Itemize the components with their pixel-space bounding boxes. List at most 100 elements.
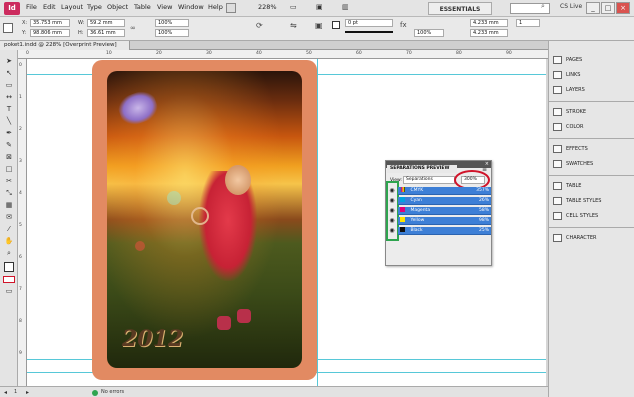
pencil-tool-icon[interactable]: ✎ — [4, 140, 14, 150]
hand-tool-icon[interactable]: ✋ — [4, 236, 14, 246]
menu-edit[interactable]: Edit — [43, 3, 56, 11]
gap-tool-icon[interactable]: ↔ — [4, 92, 14, 102]
swatches-panel-button[interactable]: SWATCHES — [553, 158, 633, 170]
fill-swatch[interactable] — [332, 21, 340, 29]
direct-selection-tool-icon[interactable]: ↖ — [4, 68, 14, 78]
free-transform-tool-icon[interactable]: ⤡ — [4, 188, 14, 198]
count-field[interactable]: 1 — [516, 19, 540, 27]
preflight-status[interactable]: No errors — [101, 389, 124, 395]
stroke-type-preview[interactable] — [345, 31, 393, 33]
y-field[interactable]: 98.806 mm — [30, 29, 70, 37]
ruler-h-tick: 10 — [106, 51, 112, 56]
table-styles-panel-button[interactable]: TABLE STYLES — [553, 195, 633, 207]
effects-panel-button[interactable]: EFFECTS — [553, 143, 633, 155]
eye-icon[interactable]: ◉ — [388, 197, 396, 205]
separation-row-magenta[interactable]: Magenta 58% — [398, 207, 491, 215]
separation-row-cmyk[interactable]: CMYK 357% — [398, 187, 491, 195]
horizontal-ruler[interactable]: 0 10 20 30 40 50 60 70 80 90 — [18, 50, 548, 59]
w-field[interactable]: 59.2 mm — [87, 19, 125, 27]
menu-help[interactable]: Help — [208, 3, 223, 11]
menu-view[interactable]: View — [157, 3, 172, 11]
ref-size-field-2[interactable]: 4.233 mm — [470, 29, 508, 37]
scale-x-field[interactable]: 100% — [155, 19, 189, 27]
menu-object[interactable]: Object — [107, 3, 128, 11]
screen-mode-tool-icon[interactable]: ▭ — [4, 286, 14, 296]
screen-mode-icon[interactable]: ▣ — [316, 3, 323, 11]
separation-row-black[interactable]: Black 25% — [398, 227, 491, 235]
maximize-button[interactable]: □ — [601, 2, 615, 14]
zoom-tool-icon[interactable]: ⌕ — [4, 248, 14, 258]
arrange-documents-icon[interactable]: ▥ — [342, 3, 349, 11]
rectangle-tool-icon[interactable]: □ — [4, 164, 14, 174]
separation-row-yellow[interactable]: Yellow 98% — [398, 217, 491, 225]
selection-tool-icon[interactable]: ➤ — [4, 56, 14, 66]
separations-tab[interactable]: SEPARATIONS PREVIEW — [387, 165, 457, 173]
apply-none-icon[interactable] — [3, 276, 15, 283]
view-options-icon[interactable]: ▭ — [290, 3, 297, 11]
menu-table[interactable]: Table — [134, 3, 151, 11]
separation-row-cyan[interactable]: Cyan 26% — [398, 197, 491, 205]
fx-icon[interactable]: fx — [400, 21, 407, 29]
scissors-tool-icon[interactable]: ✂ — [4, 176, 14, 186]
separations-preview-panel: × SEPARATIONS PREVIEW ≡ View: Separation… — [385, 160, 492, 266]
page-number[interactable]: 1 — [14, 389, 17, 395]
zoom-level[interactable]: 228% — [258, 3, 277, 11]
stroke-panel-button[interactable]: STROKE — [553, 106, 633, 118]
minimize-button[interactable]: _ — [586, 2, 600, 14]
search-icon[interactable]: ⌕ — [541, 2, 545, 11]
line-tool-icon[interactable]: ╲ — [4, 116, 14, 126]
color-panel-button[interactable]: COLOR — [553, 121, 633, 133]
eye-icon[interactable]: ◉ — [388, 187, 396, 195]
table-panel-button[interactable]: TABLE — [553, 180, 633, 192]
vertical-ruler[interactable]: 0 1 2 3 4 5 6 7 8 9 — [18, 59, 27, 386]
links-panel-button[interactable]: LINKS — [553, 69, 633, 81]
pen-tool-icon[interactable]: ✒ — [4, 128, 14, 138]
next-page-icon[interactable]: ▸ — [26, 389, 29, 396]
panel-divider — [549, 175, 634, 176]
ruler-v-tick: 8 — [19, 319, 22, 324]
separation-pct: 58% — [478, 208, 489, 213]
note-tool-icon[interactable]: ✉ — [4, 212, 14, 222]
close-button[interactable]: × — [616, 2, 630, 14]
eye-icon[interactable]: ◉ — [388, 217, 396, 225]
menu-window[interactable]: Window — [178, 3, 204, 11]
flip-horizontal-icon[interactable]: ⇋ — [290, 21, 297, 30]
stroke-weight-field[interactable]: 0 pt — [345, 19, 393, 27]
eyedropper-tool-icon[interactable]: ⁄ — [4, 224, 14, 234]
gradient-tool-icon[interactable]: ▦ — [4, 200, 14, 210]
cs-live-button[interactable]: CS Live — [560, 3, 582, 10]
ref-size-field[interactable]: 4.233 mm — [470, 19, 508, 27]
eye-icon[interactable]: ◉ — [388, 207, 396, 215]
guide-line[interactable] — [317, 59, 318, 386]
page-tool-icon[interactable]: ▭ — [4, 80, 14, 90]
select-container-icon[interactable]: ▣ — [315, 21, 323, 30]
workspace-switcher[interactable]: ESSENTIALS — [428, 2, 492, 15]
bridge-icon[interactable] — [226, 3, 236, 13]
constrain-proportions-icon[interactable]: ∞ — [130, 24, 136, 32]
type-tool-icon[interactable]: T — [4, 104, 14, 114]
view-select[interactable]: Separations — [403, 176, 455, 184]
fill-stroke-icon[interactable] — [4, 262, 14, 272]
document-tab[interactable]: poket1.indd @ 228% [Overprint Preview] — [0, 41, 130, 50]
photo[interactable]: 2012 — [107, 71, 302, 368]
x-field[interactable]: 35.753 mm — [30, 19, 70, 27]
scale-y-field[interactable]: 100% — [155, 29, 189, 37]
reference-point-icon[interactable] — [3, 23, 13, 33]
character-panel-button[interactable]: CHARACTER — [553, 232, 633, 244]
cell-styles-panel-button[interactable]: CELL STYLES — [553, 210, 633, 222]
ruler-v-tick: 2 — [19, 127, 22, 132]
pasteboard[interactable]: 2012 × SEPARATIONS PREVIEW ≡ View: Separ… — [27, 59, 546, 386]
menu-file[interactable]: File — [26, 3, 37, 11]
rotate-icon[interactable]: ⟳ — [256, 21, 263, 30]
layers-panel-button[interactable]: LAYERS — [553, 84, 633, 96]
first-page-icon[interactable]: ◂ — [4, 389, 7, 396]
rectangle-frame-tool-icon[interactable]: ⊠ — [4, 152, 14, 162]
h-field[interactable]: 36.61 mm — [87, 29, 125, 37]
effects-icon — [553, 144, 562, 153]
opacity-field[interactable]: 100% — [414, 29, 444, 37]
eye-icon[interactable]: ◉ — [388, 227, 396, 235]
pages-panel-button[interactable]: PAGES — [553, 54, 633, 66]
menu-layout[interactable]: Layout — [61, 3, 83, 11]
menu-type[interactable]: Type — [87, 3, 102, 11]
color-label: COLOR — [566, 124, 584, 130]
